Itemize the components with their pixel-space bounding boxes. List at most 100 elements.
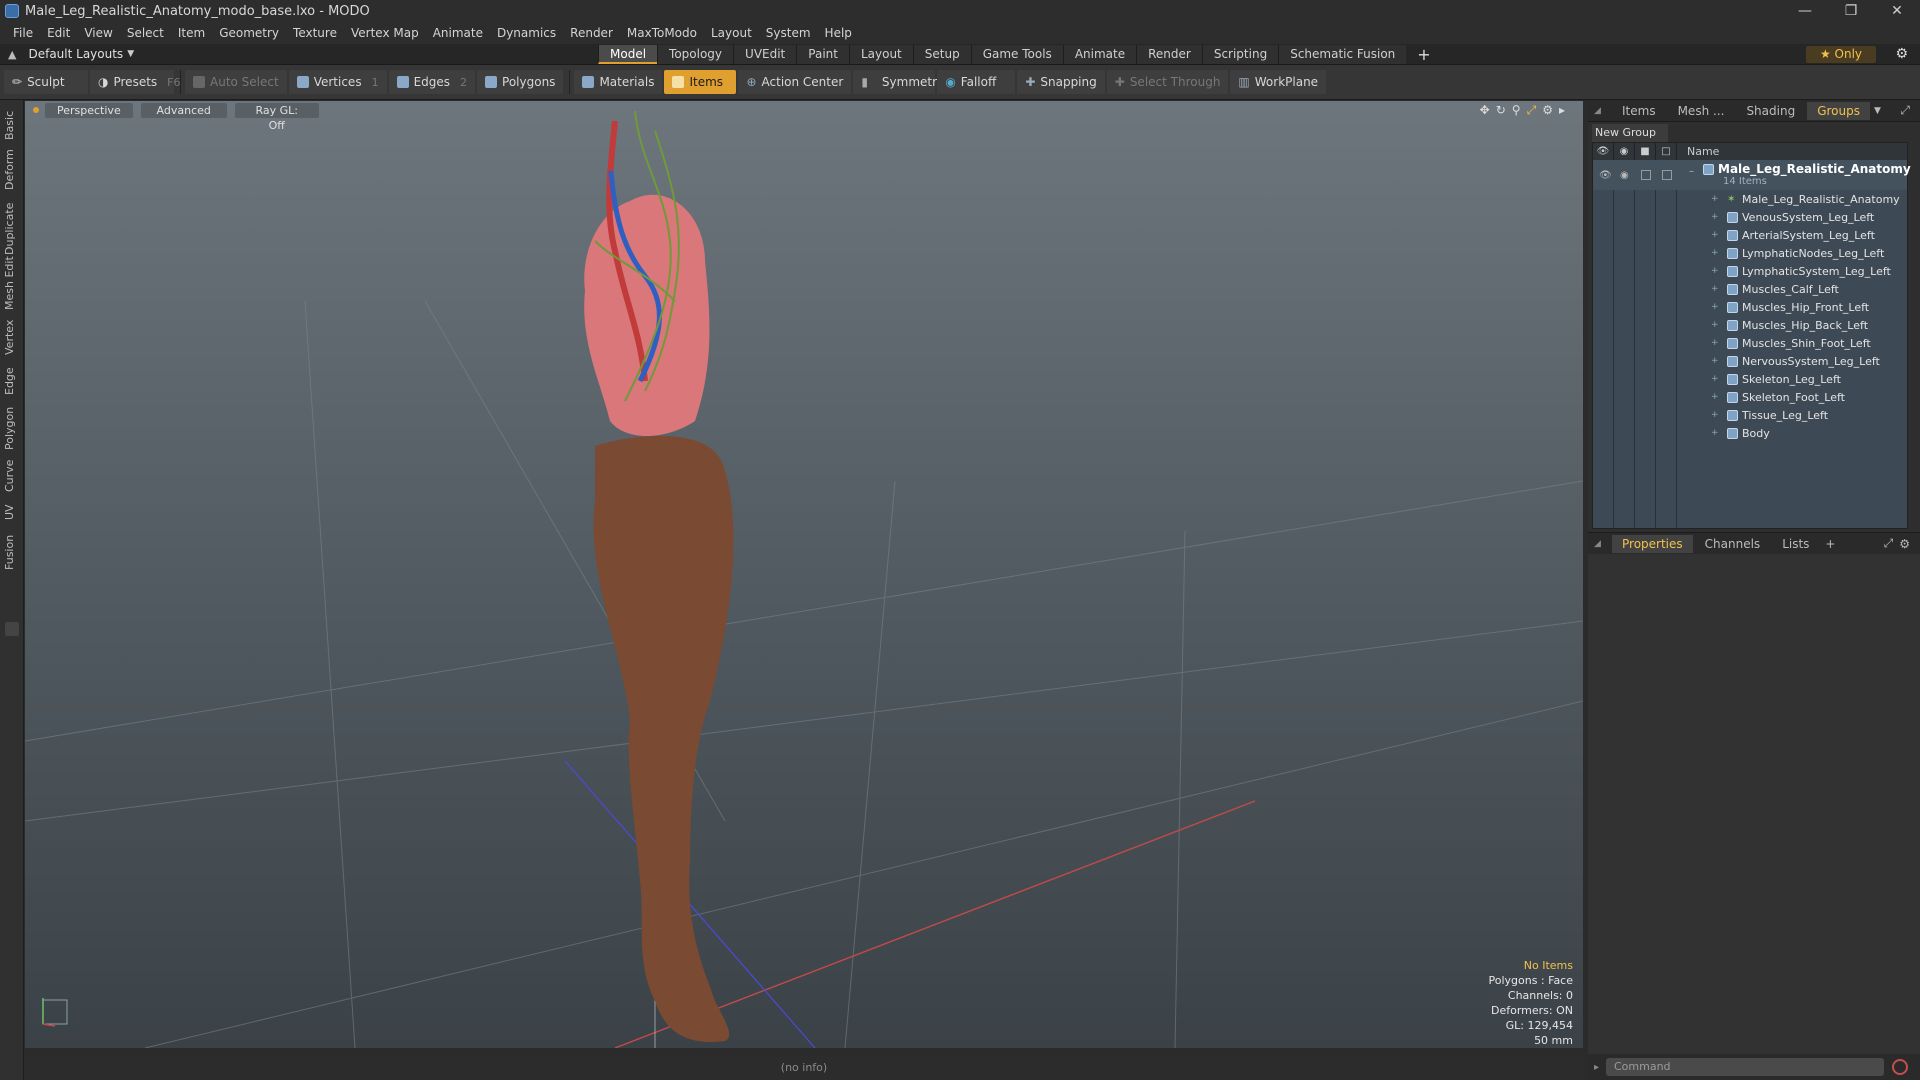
viewport-menu-dot[interactable] xyxy=(33,107,39,113)
tab-render[interactable]: Render xyxy=(1136,44,1202,64)
lock-column-icon[interactable]: ■ xyxy=(1635,143,1656,160)
group-item-row[interactable]: + Tissue_Leg_Left xyxy=(1593,406,1907,424)
render-column-icon[interactable]: ◉ xyxy=(1614,143,1635,160)
menu-texture[interactable]: Texture xyxy=(293,26,337,40)
menu-view[interactable]: View xyxy=(84,26,112,40)
menu-vertex-map[interactable]: Vertex Map xyxy=(351,26,419,40)
group-item-row[interactable]: + Muscles_Calf_Left xyxy=(1593,280,1907,298)
panel-menu-icon[interactable]: ◢ xyxy=(1594,106,1606,116)
menu-edit[interactable]: Edit xyxy=(47,26,70,40)
group-item-row[interactable]: + VenousSystem_Leg_Left xyxy=(1593,208,1907,226)
command-history-icon[interactable] xyxy=(1892,1059,1908,1075)
vertices-button[interactable]: Vertices 1 xyxy=(288,70,387,94)
sculpt-button[interactable]: ✏ Sculpt xyxy=(4,70,88,94)
select-column-icon[interactable]: □ xyxy=(1656,143,1677,160)
items-button[interactable]: Items xyxy=(664,70,737,94)
zoom-icon[interactable]: ⚲ xyxy=(1512,103,1521,118)
add-tab-icon[interactable]: + xyxy=(1825,537,1835,551)
group-item-row[interactable]: + Skeleton_Foot_Left xyxy=(1593,388,1907,406)
pan-icon[interactable]: ✥ xyxy=(1480,103,1490,118)
properties-expand-icon[interactable]: ⤢ xyxy=(1884,536,1894,551)
minimize-icon[interactable]: — xyxy=(1782,0,1828,22)
tab-channels[interactable]: Channels xyxy=(1695,535,1771,553)
new-group-button[interactable]: New Group xyxy=(1592,124,1668,142)
visibility-column-icon[interactable]: 👁 xyxy=(1593,143,1614,160)
close-icon[interactable]: ✕ xyxy=(1874,0,1920,22)
raygl-button[interactable]: Ray GL: Off xyxy=(234,102,319,132)
properties-gear-icon[interactable]: ⚙ xyxy=(1899,537,1910,551)
menu-help[interactable]: Help xyxy=(825,26,852,40)
root-select-checkbox[interactable] xyxy=(1662,170,1672,180)
expand-panel-icon[interactable]: ⤢ xyxy=(1900,103,1910,118)
root-visibility-icon[interactable]: 👁 xyxy=(1599,170,1612,181)
menu-item[interactable]: Item xyxy=(178,26,205,40)
group-item-row[interactable]: + NervousSystem_Leg_Left xyxy=(1593,352,1907,370)
3d-viewport[interactable]: Perspective Advanced Ray GL: Off ✥ ↻ ⚲ ⤢… xyxy=(25,101,1583,1048)
menu-animate[interactable]: Animate xyxy=(433,26,483,40)
vtab-fusion[interactable]: Fusion xyxy=(3,535,21,583)
polygons-button[interactable]: Polygons xyxy=(477,70,564,94)
menu-system[interactable]: System xyxy=(766,26,811,40)
tab-game-tools[interactable]: Game Tools xyxy=(970,44,1063,64)
workplane-button[interactable]: ▥ WorkPlane xyxy=(1230,70,1327,94)
menu-layout[interactable]: Layout xyxy=(711,26,752,40)
command-input[interactable]: Command xyxy=(1606,1058,1884,1076)
tabs-dropdown-icon[interactable]: ▼ xyxy=(1874,106,1881,116)
collapse-toggle-icon[interactable]: – xyxy=(1689,166,1694,177)
viewport-gear-icon[interactable]: ⚙ xyxy=(1542,103,1553,118)
root-lock-checkbox[interactable] xyxy=(1641,170,1651,180)
tab-scripting[interactable]: Scripting xyxy=(1201,44,1279,64)
root-render-icon[interactable]: ◉ xyxy=(1620,170,1629,181)
tab-lists[interactable]: Lists xyxy=(1772,535,1819,553)
only-toggle[interactable]: ★ Only xyxy=(1806,46,1876,63)
group-item-row[interactable]: + ✶ Male_Leg_Realistic_Anatomy xyxy=(1593,190,1907,208)
group-item-row[interactable]: + LymphaticNodes_Leg_Left xyxy=(1593,244,1907,262)
presets-button[interactable]: ◑ Presets F6 xyxy=(90,70,180,94)
menu-maxtomodo[interactable]: MaxToModo xyxy=(627,26,697,40)
tab-model[interactable]: Model xyxy=(598,44,658,64)
menu-dynamics[interactable]: Dynamics xyxy=(497,26,556,40)
vtab-deform[interactable]: Deform xyxy=(3,149,21,203)
tab-paint[interactable]: Paint xyxy=(796,44,849,64)
viewport-expand-icon[interactable]: ▸ xyxy=(1559,103,1565,118)
vtab-uv[interactable]: UV xyxy=(3,504,21,533)
group-item-row[interactable]: + ArterialSystem_Leg_Left xyxy=(1593,226,1907,244)
tab-properties[interactable]: Properties xyxy=(1612,534,1693,553)
tab-groups[interactable]: Groups xyxy=(1807,101,1870,120)
tab-shading[interactable]: Shading xyxy=(1736,102,1805,120)
properties-menu-icon[interactable]: ◢ xyxy=(1594,539,1606,549)
falloff-button[interactable]: ◉ Falloff xyxy=(937,70,1016,94)
materials-button[interactable]: Materials xyxy=(574,70,663,94)
tab-topology[interactable]: Topology xyxy=(657,44,734,64)
tab-animate[interactable]: Animate xyxy=(1062,44,1137,64)
auto-select-button[interactable]: Auto Select xyxy=(185,70,287,94)
restore-icon[interactable]: ❐ xyxy=(1828,0,1874,22)
tab-uvedit[interactable]: UVEdit xyxy=(733,44,797,64)
edges-button[interactable]: Edges 2 xyxy=(388,70,476,94)
menu-geometry[interactable]: Geometry xyxy=(219,26,279,40)
symmetry-button[interactable]: ▮ Symmetry xyxy=(853,70,944,94)
layout-selector[interactable]: ▲ Default Layouts ▼ xyxy=(8,47,598,61)
menu-file[interactable]: File xyxy=(13,26,33,40)
action-center-button[interactable]: ⊕ Action Center xyxy=(738,70,852,94)
add-tab-icon[interactable]: + xyxy=(1406,45,1441,64)
tab-items[interactable]: Items xyxy=(1612,102,1666,120)
tab-mesh[interactable]: Mesh ... xyxy=(1668,102,1735,120)
group-root-row[interactable]: 👁 ◉ – Male_Leg_Realistic_Anatomy 14 Item… xyxy=(1593,160,1911,190)
gear-icon[interactable]: ⚙ xyxy=(1895,46,1908,62)
perspective-button[interactable]: Perspective xyxy=(45,102,133,118)
menu-select[interactable]: Select xyxy=(127,26,164,40)
group-item-row[interactable]: + Muscles_Hip_Front_Left xyxy=(1593,298,1907,316)
pin-icon[interactable]: ▲ xyxy=(8,48,16,61)
group-item-row[interactable]: + Body xyxy=(1593,424,1907,442)
fit-icon[interactable]: ⤢ xyxy=(1527,103,1537,118)
advanced-button[interactable]: Advanced xyxy=(140,102,227,118)
group-item-row[interactable]: + Muscles_Hip_Back_Left xyxy=(1593,316,1907,334)
tab-setup[interactable]: Setup xyxy=(912,44,971,64)
select-through-button[interactable]: ✚ Select Through xyxy=(1106,70,1229,94)
menu-render[interactable]: Render xyxy=(570,26,613,40)
group-item-row[interactable]: + LymphaticSystem_Leg_Left xyxy=(1593,262,1907,280)
group-item-row[interactable]: + Muscles_Shin_Foot_Left xyxy=(1593,334,1907,352)
group-item-row[interactable]: + Skeleton_Leg_Left xyxy=(1593,370,1907,388)
tab-layout[interactable]: Layout xyxy=(848,44,913,64)
